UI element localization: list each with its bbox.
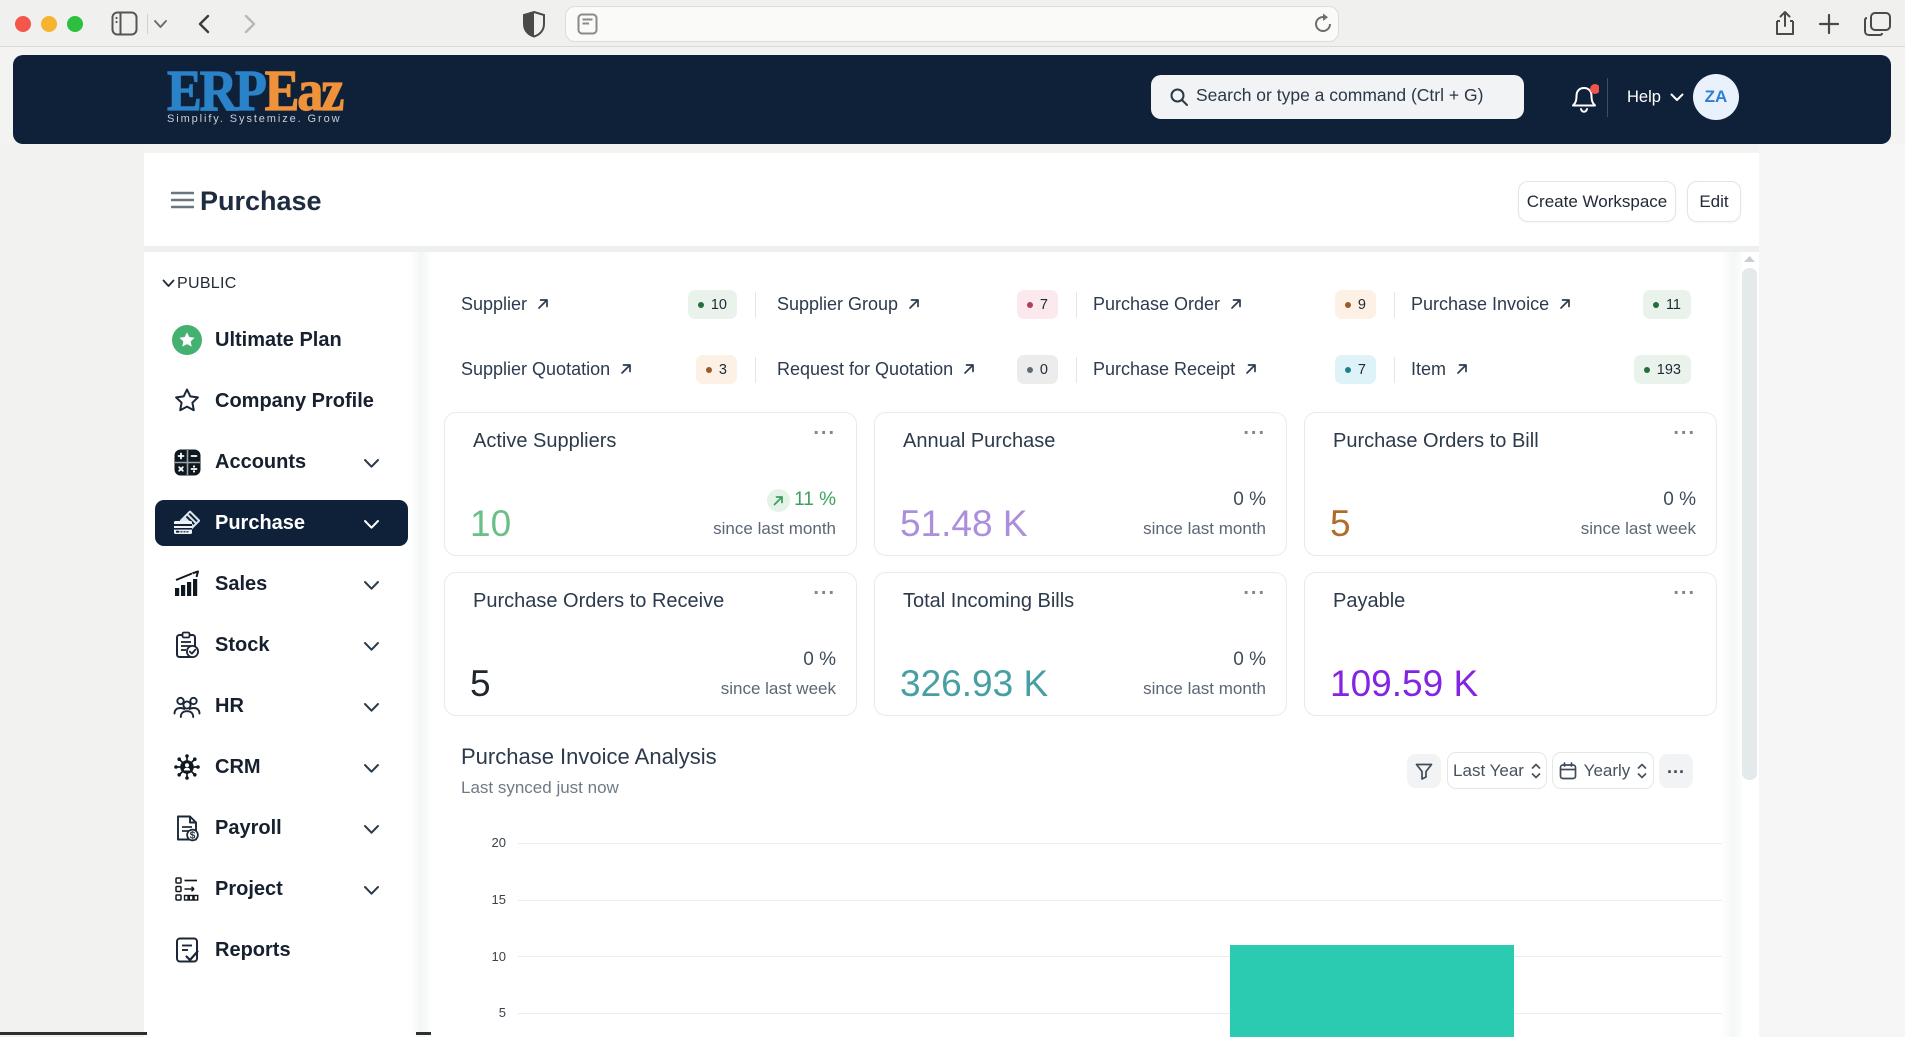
svg-text:$: $ xyxy=(190,831,196,842)
